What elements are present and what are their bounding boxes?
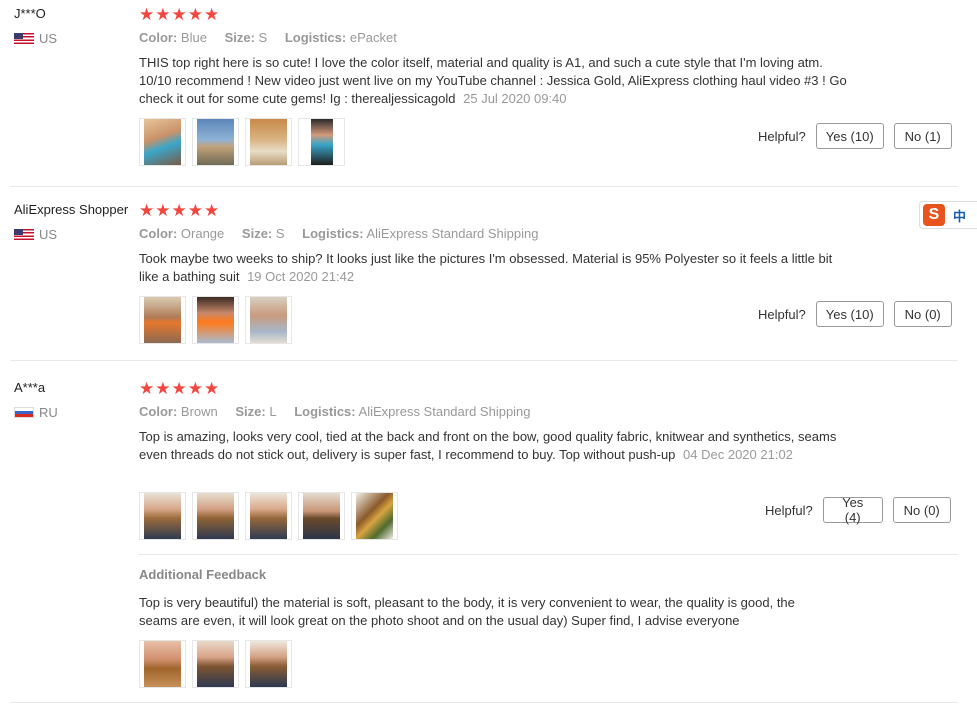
- star-icon: ★: [187, 201, 203, 220]
- review-photos: [139, 118, 345, 166]
- star-icon: ★: [139, 379, 155, 398]
- star-icon: ★: [187, 379, 203, 398]
- review-text: THIS top right here is so cute! I love t…: [139, 54, 854, 108]
- review-divider: [10, 186, 958, 187]
- star-icon: ★: [139, 201, 155, 220]
- country-code: RU: [39, 405, 58, 420]
- review-photo[interactable]: [245, 640, 292, 688]
- reviewer-name: J***O: [14, 6, 46, 21]
- review-photo[interactable]: [245, 118, 292, 166]
- order-info: Color: Orange Size: S Logistics: AliExpr…: [139, 226, 552, 241]
- size-label: Size:: [224, 30, 255, 45]
- logistics-value: AliExpress Standard Shipping: [358, 404, 531, 419]
- helpful-yes-button[interactable]: Yes (4): [822, 495, 883, 525]
- ime-toolbar[interactable]: S 中: [919, 201, 977, 229]
- reviewer-name: A***a: [14, 380, 46, 395]
- us-flag-icon: [14, 33, 34, 44]
- star-icon: ★: [204, 5, 220, 24]
- logistics-label: Logistics:: [302, 226, 364, 241]
- review-date: 04 Dec 2020 21:02: [683, 447, 793, 462]
- color-label: Color:: [139, 226, 178, 241]
- review-photo[interactable]: [298, 492, 345, 540]
- review-date: 25 Jul 2020 09:40: [463, 91, 567, 106]
- star-rating: ★ ★ ★ ★ ★: [139, 202, 219, 219]
- review-photo[interactable]: [245, 492, 292, 540]
- star-icon: ★: [155, 201, 171, 220]
- reviewer-country: RU: [14, 405, 58, 420]
- helpful-yes-button[interactable]: Yes (10): [815, 123, 884, 149]
- star-icon: ★: [155, 5, 171, 24]
- color-value: Orange: [180, 226, 225, 241]
- reviewer-name: AliExpress Shopper: [14, 202, 129, 217]
- reviewer-country: US: [14, 227, 57, 242]
- size-value: S: [275, 226, 285, 241]
- logistics-value: AliExpress Standard Shipping: [366, 226, 539, 241]
- review-photo[interactable]: [139, 118, 186, 166]
- logistics-label: Logistics:: [294, 404, 356, 419]
- review-photo[interactable]: [245, 296, 292, 344]
- review-photo[interactable]: [139, 296, 186, 344]
- helpful-yes-button[interactable]: Yes (10): [815, 301, 884, 327]
- review-photos: [139, 296, 292, 344]
- additional-feedback-title: Additional Feedback: [139, 567, 267, 582]
- review-date: 19 Oct 2020 21:42: [247, 269, 355, 284]
- star-icon: ★: [155, 379, 171, 398]
- star-rating: ★ ★ ★ ★ ★: [139, 380, 219, 397]
- review-photo[interactable]: [298, 118, 345, 166]
- additional-feedback-text: Top is very beautiful) the material is s…: [139, 595, 795, 628]
- star-icon: ★: [139, 5, 155, 24]
- helpful-no-button[interactable]: No (0): [892, 497, 951, 523]
- review-photo[interactable]: [192, 296, 239, 344]
- us-flag-icon: [14, 229, 34, 240]
- helpful-no-button[interactable]: No (1): [893, 123, 952, 149]
- review-photo[interactable]: [192, 640, 239, 688]
- star-rating: ★ ★ ★ ★ ★: [139, 6, 219, 23]
- review-photo[interactable]: [351, 492, 398, 540]
- sogou-logo-icon[interactable]: S: [923, 204, 945, 226]
- country-code: US: [39, 227, 58, 242]
- color-value: Blue: [180, 30, 207, 45]
- review-photo[interactable]: [192, 118, 239, 166]
- ru-flag-icon: [14, 407, 34, 418]
- helpful-no-button[interactable]: No (0): [893, 301, 952, 327]
- star-icon: ★: [204, 201, 220, 220]
- star-icon: ★: [171, 5, 187, 24]
- helpful-label: Helpful?: [758, 306, 806, 322]
- review-photos: [139, 492, 398, 540]
- review-text: Took maybe two weeks to ship? It looks j…: [139, 250, 854, 286]
- color-label: Color:: [139, 30, 178, 45]
- review-photo[interactable]: [139, 640, 186, 688]
- size-label: Size:: [241, 226, 273, 241]
- size-value: S: [258, 30, 268, 45]
- reviewer-country: US: [14, 31, 57, 46]
- logistics-value: ePacket: [349, 30, 397, 45]
- review-body: Took maybe two weeks to ship? It looks j…: [139, 251, 833, 284]
- size-value: L: [269, 404, 277, 419]
- star-icon: ★: [171, 201, 187, 220]
- additional-feedback-photos: [139, 640, 292, 688]
- review-divider: [10, 702, 958, 703]
- size-label: Size:: [235, 404, 266, 419]
- country-code: US: [39, 31, 58, 46]
- helpful-label: Helpful?: [765, 502, 813, 518]
- helpful-vote: Helpful? Yes (4) No (0): [765, 495, 951, 525]
- color-value: Brown: [180, 404, 218, 419]
- color-label: Color:: [139, 404, 178, 419]
- review-divider: [10, 360, 958, 361]
- star-icon: ★: [187, 5, 203, 24]
- star-icon: ★: [204, 379, 220, 398]
- review-text: Top is amazing, looks very cool, tied at…: [139, 428, 839, 464]
- order-info: Color: Blue Size: S Logistics: ePacket: [139, 30, 411, 45]
- helpful-vote: Helpful? Yes (10) No (1): [758, 123, 952, 149]
- ime-language-toggle[interactable]: 中: [953, 206, 966, 225]
- star-icon: ★: [171, 379, 187, 398]
- review-photo[interactable]: [139, 492, 186, 540]
- helpful-label: Helpful?: [758, 128, 806, 144]
- order-info: Color: Brown Size: L Logistics: AliExpre…: [139, 404, 545, 419]
- helpful-vote: Helpful? Yes (10) No (0): [758, 301, 952, 327]
- review-photo[interactable]: [192, 492, 239, 540]
- additional-feedback-divider: [139, 554, 958, 555]
- logistics-label: Logistics:: [284, 30, 347, 45]
